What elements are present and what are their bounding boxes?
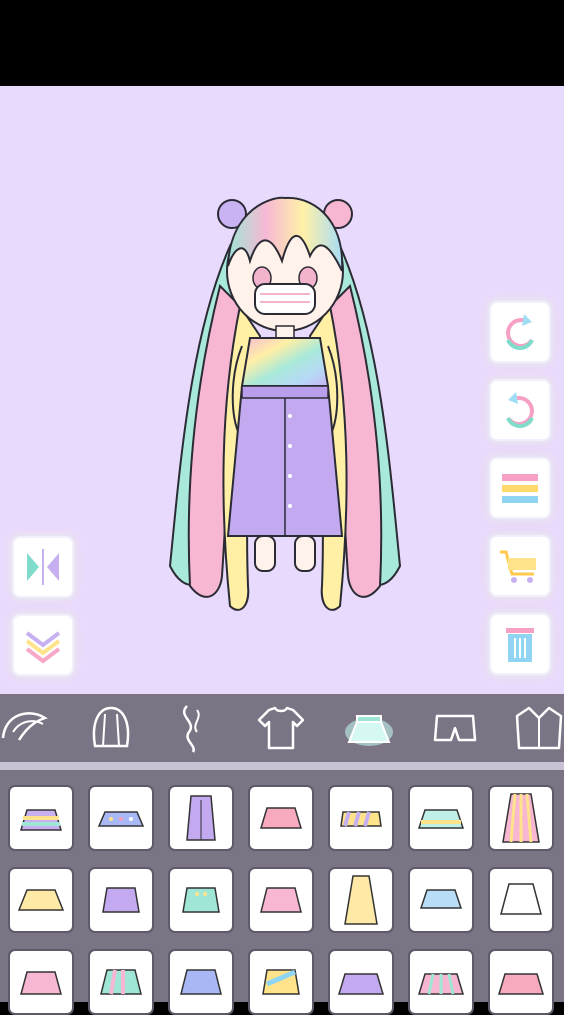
- hide-panel-button[interactable]: [14, 616, 72, 674]
- item-rainbow-pleated-maxi[interactable]: [488, 785, 554, 851]
- item-pink-skirt[interactable]: [8, 949, 74, 1015]
- item-purple-ruffle[interactable]: [328, 949, 394, 1015]
- item-blue-pleated[interactable]: [168, 949, 234, 1015]
- item-layered-skirt[interactable]: [8, 785, 74, 851]
- item-blue-flared[interactable]: [408, 867, 474, 933]
- item-striped-mini[interactable]: [328, 785, 394, 851]
- category-bar: [0, 694, 564, 762]
- chevron-down-icon: [25, 631, 61, 664]
- skirt-icon: [345, 715, 393, 746]
- undo-button[interactable]: [491, 303, 549, 361]
- item-mint-button[interactable]: [168, 867, 234, 933]
- item-pink-tiered[interactable]: [488, 949, 554, 1015]
- white-flared-skirt-icon: [500, 883, 542, 915]
- item-purple-a-line[interactable]: [88, 867, 154, 933]
- flip-icon: [27, 549, 59, 585]
- yellow-flared-skirt-icon: [17, 889, 65, 911]
- purple-a-line-skirt-icon: [102, 887, 140, 913]
- category-tops[interactable]: [250, 698, 312, 758]
- rainbow-pleated-maxi-skirt-icon: [502, 793, 540, 843]
- category-front-hair[interactable]: [0, 698, 56, 758]
- blue-flared-skirt-icon: [419, 889, 463, 909]
- trash-icon: [506, 628, 534, 662]
- jacket-icon: [515, 706, 563, 750]
- undo-icon: [506, 314, 534, 350]
- category-hair-accessory[interactable]: [162, 698, 224, 758]
- item-grid: [0, 770, 564, 1015]
- item-star-tutu[interactable]: [88, 785, 154, 851]
- pink-pleated-skirt-icon: [260, 887, 302, 913]
- redo-button[interactable]: [491, 381, 549, 439]
- cart-button[interactable]: [491, 537, 549, 595]
- striped-mini-skirt-icon: [340, 811, 382, 827]
- delete-button[interactable]: [491, 615, 549, 673]
- shorts-icon: [433, 714, 477, 742]
- frilly-tiered-skirt-icon: [417, 809, 465, 829]
- menu-button[interactable]: [491, 459, 549, 517]
- redo-icon: [506, 392, 534, 428]
- shirt-icon: [257, 706, 305, 750]
- hair-accessory-icon: [182, 705, 200, 753]
- item-diagonal-stripe[interactable]: [248, 949, 314, 1015]
- character-preview[interactable]: [150, 186, 420, 676]
- divider: [0, 762, 564, 770]
- category-skirts[interactable]: [338, 698, 400, 758]
- category-back-hair[interactable]: [80, 698, 142, 758]
- menu-icon: [502, 474, 538, 503]
- dressup-stage: [0, 86, 564, 694]
- item-yellow-flared[interactable]: [8, 867, 74, 933]
- status-bar: [0, 0, 564, 86]
- item-rainbow-ruffle[interactable]: [408, 949, 474, 1015]
- cart-icon: [500, 550, 536, 583]
- item-long-button-skirt[interactable]: [168, 785, 234, 851]
- category-outerwear[interactable]: [508, 698, 564, 758]
- yellow-long-pleated-skirt-icon: [344, 875, 378, 925]
- front-hair-icon: [1, 712, 48, 741]
- item-frilly-tiered[interactable]: [408, 785, 474, 851]
- pink-scallop-skirt-icon: [259, 807, 303, 829]
- item-white-flared[interactable]: [488, 867, 554, 933]
- star-tutu-skirt-icon: [97, 811, 145, 827]
- layered-skirt-icon: [19, 809, 63, 831]
- back-hair-icon: [92, 706, 130, 748]
- item-pink-scallop[interactable]: [248, 785, 314, 851]
- item-pink-pleated[interactable]: [248, 867, 314, 933]
- mint-button-skirt-icon: [182, 887, 220, 913]
- item-yellow-long-pleated[interactable]: [328, 867, 394, 933]
- category-bottoms[interactable]: [424, 698, 486, 758]
- flip-button[interactable]: [14, 538, 72, 596]
- long-button-skirt-icon: [186, 795, 216, 841]
- item-rainbow-panel[interactable]: [88, 949, 154, 1015]
